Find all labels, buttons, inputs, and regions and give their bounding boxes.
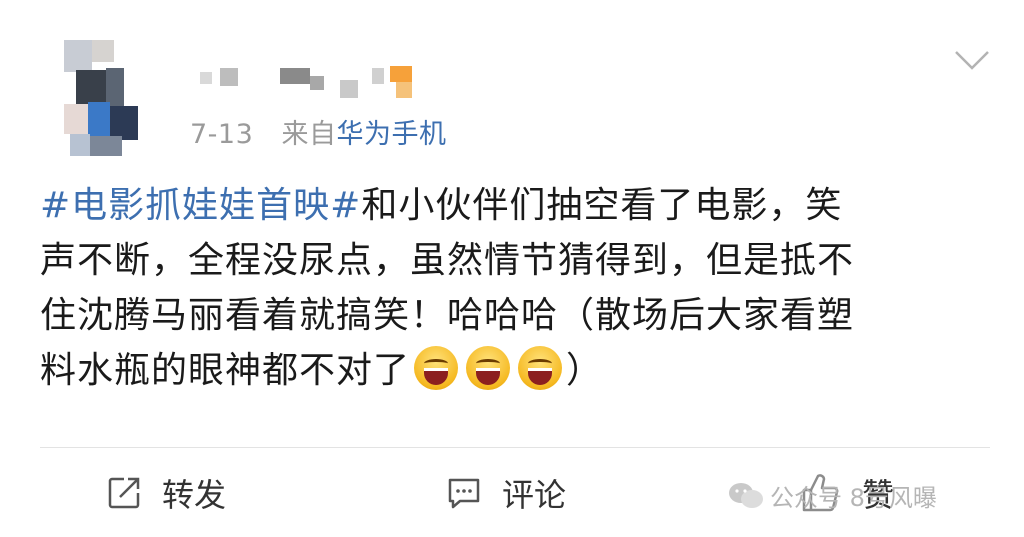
chevron-down-icon[interactable] xyxy=(952,48,992,72)
comment-button[interactable]: 评论 xyxy=(446,470,566,516)
username-blurred[interactable] xyxy=(190,62,430,106)
repost-button[interactable]: 转发 xyxy=(106,470,226,516)
post-line-1: #电影抓娃娃首映#和小伙伴们抽空看了电影，笑 xyxy=(40,178,970,233)
post-text: 料水瓶的眼神都不对了 xyxy=(40,350,411,391)
post-line-3: 住沈腾马丽看着就搞笑！哈哈哈（散场后大家看塑 xyxy=(40,295,855,336)
comment-label: 评论 xyxy=(502,476,567,514)
repost-label: 转发 xyxy=(162,476,227,514)
avatar[interactable] xyxy=(50,40,142,158)
laughing-emoji-icon xyxy=(466,346,511,390)
laughing-emoji-icon xyxy=(518,346,563,390)
comment-icon xyxy=(448,478,480,509)
post-line-2: 声不断，全程没尿点，虽然情节猜得到，但是抵不 xyxy=(40,240,855,281)
divider xyxy=(40,447,990,448)
post-meta: 7-13 来自华为手机 xyxy=(190,112,446,151)
wechat-icon xyxy=(729,482,763,508)
repost-icon xyxy=(108,477,140,509)
post-body: #电影抓娃娃首映#和小伙伴们抽空看了电影，笑 声不断，全程没尿点，虽然情节猜得到… xyxy=(40,178,970,398)
laughing-emoji-icon xyxy=(414,346,459,390)
post-text: 和小伙伴们抽空看了电影，笑 xyxy=(361,185,843,226)
watermark-text: 公众号 8号风曝 xyxy=(770,484,937,512)
post-line-4: 料水瓶的眼神都不对了 ） xyxy=(40,343,970,398)
post-date: 7-13 xyxy=(190,119,254,150)
source-link[interactable]: 华为手机 xyxy=(336,119,446,150)
post-text: ） xyxy=(566,350,604,391)
hashtag-link[interactable]: #电影抓娃娃首映# xyxy=(40,185,361,226)
source-prefix: 来自 xyxy=(281,119,337,150)
watermark: 公众号 8号风曝 xyxy=(728,478,937,513)
